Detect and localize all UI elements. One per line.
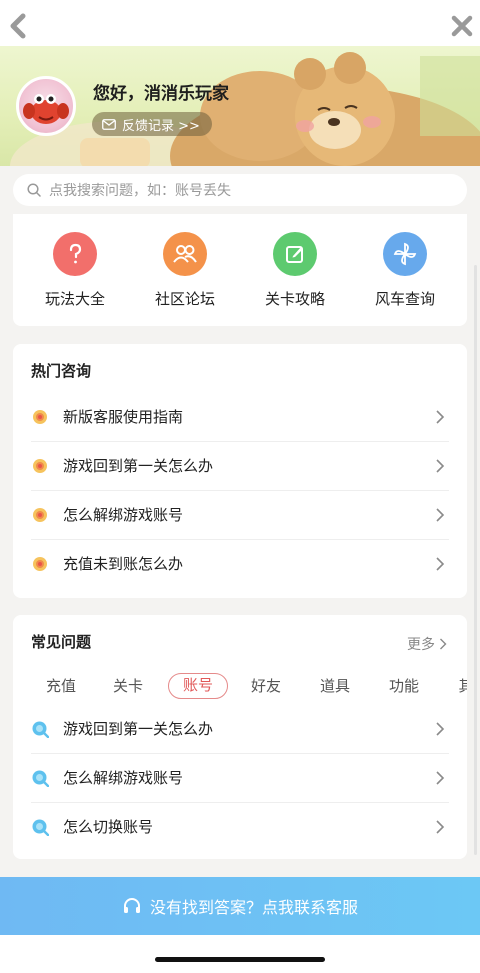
faq-item-text: 怎么切换账号 [63,818,154,836]
fire-badge-icon [33,409,47,424]
quick-link-label: 玩法大全 [44,290,105,308]
search-placeholder: 点我搜索问题，如：账号丢失 [49,183,231,199]
quick-link-forum[interactable]: 社区论坛 [135,232,235,309]
feedback-record-button[interactable]: 反馈记录 >> [92,112,212,136]
top-bar [0,0,480,50]
greeting-text: 您好，消消乐玩家 [93,84,229,104]
hot-item-text: 充值未到账怎么办 [63,555,184,573]
hot-item-text: 新版客服使用指南 [63,408,184,426]
hot-item-text: 游戏回到第一关怎么办 [63,457,214,475]
feedback-record-label: 反馈记录 >> [122,118,200,134]
tab-recharge[interactable]: 充值 [33,673,89,699]
quick-link-level-guide[interactable]: 关卡攻略 [245,232,345,309]
search-area: 点我搜索问题，如：账号丢失 [0,166,480,212]
chat-bubble-icon [32,770,49,787]
chevron-left-icon [10,13,26,39]
faq-more-link[interactable]: 更多 [407,634,447,654]
crab-avatar-icon [23,94,69,124]
faq-category-tabs: 充值 关卡 账号 好友 道具 功能 其 [13,671,467,701]
hot-item[interactable]: 怎么解绑游戏账号 [31,490,449,540]
chevron-right-icon [436,721,445,736]
chevron-right-icon [436,556,445,571]
pinwheel-icon [383,232,427,276]
scrollbar[interactable] [474,265,477,855]
fire-badge-icon [33,458,47,473]
fire-badge-icon [33,507,47,522]
chevron-right-icon [436,458,445,473]
chat-bubble-icon [32,721,49,738]
hot-item[interactable]: 游戏回到第一关怎么办 [31,441,449,491]
quick-link-label: 关卡攻略 [264,290,325,308]
hot-item[interactable]: 新版客服使用指南 [31,392,449,442]
hot-item[interactable]: 充值未到账怎么办 [31,539,449,588]
tab-features[interactable]: 功能 [379,673,429,699]
contact-support-button[interactable]: 没有找到答案？点我联系客服 [0,877,480,935]
home-indicator [155,957,325,962]
tab-other[interactable]: 其 [451,673,467,699]
tab-items[interactable]: 道具 [310,673,360,699]
avatar[interactable] [16,76,76,136]
question-icon [53,232,97,276]
tab-level[interactable]: 关卡 [103,673,153,699]
faq-item-text: 游戏回到第一关怎么办 [63,720,214,738]
faq-item[interactable]: 游戏回到第一关怎么办 [31,704,449,754]
mail-icon [102,118,116,130]
safe-area [0,935,480,973]
chevron-right-icon [436,507,445,522]
back-button[interactable] [4,12,32,40]
chevron-right-icon [436,409,445,424]
header-banner: 您好，消消乐玩家 反馈记录 >> [0,46,480,170]
headset-icon [123,898,140,913]
people-icon [163,232,207,276]
tab-account[interactable]: 账号 [168,673,228,699]
faq-item[interactable]: 怎么解绑游戏账号 [31,753,449,803]
hot-consult-card: 热门咨询 新版客服使用指南 游戏回到第一关怎么办 怎么解绑游戏账号 充值未到账怎… [13,344,467,598]
hot-item-text: 怎么解绑游戏账号 [63,506,184,524]
quick-link-label: 社区论坛 [154,290,215,308]
tab-friends[interactable]: 好友 [241,673,291,699]
contact-support-label: 没有找到答案？点我联系客服 [149,898,358,917]
faq-more-label: 更多 [407,637,435,653]
chat-bubble-icon [32,819,49,836]
hot-consult-title: 热门咨询 [31,362,92,380]
fire-badge-icon [33,556,47,571]
edit-icon [273,232,317,276]
faq-item-text: 怎么解绑游戏账号 [63,769,184,787]
faq-title: 常见问题 [31,633,92,651]
chevron-right-icon [436,770,445,785]
faq-item[interactable]: 怎么切换账号 [31,802,449,851]
quick-link-gameplay[interactable]: 玩法大全 [25,232,125,309]
search-input[interactable]: 点我搜索问题，如：账号丢失 [13,174,467,206]
close-icon [451,15,473,37]
chevron-right-icon [436,819,445,834]
close-button[interactable] [448,12,476,40]
search-icon [27,183,41,197]
quick-link-label: 风车查询 [374,290,435,308]
quick-links-card: 玩法大全 社区论坛 关卡攻略 风车查询 [13,214,467,326]
faq-card: 常见问题 更多 充值 关卡 账号 好友 道具 功能 其 游戏回到第一关怎么办 怎… [13,615,467,859]
chevron-right-icon [440,638,447,650]
quick-link-pinwheel[interactable]: 风车查询 [355,232,455,309]
